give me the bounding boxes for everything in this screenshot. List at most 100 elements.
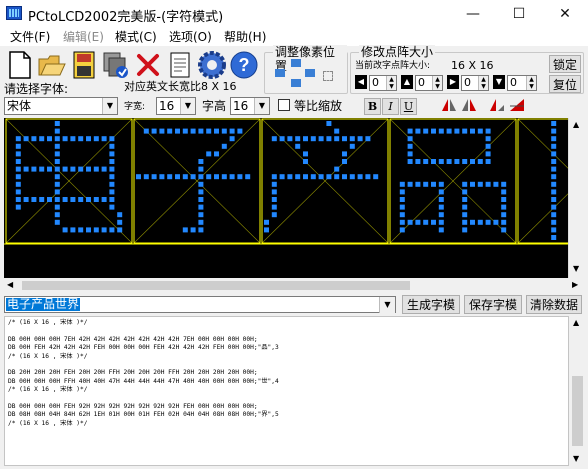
new-file-icon[interactable]	[4, 48, 36, 82]
move-right-icon[interactable]	[305, 69, 315, 77]
text-input[interactable]: 电子产品世界	[4, 296, 394, 313]
canvas-vertical-scrollbar[interactable]: ▲ ▼	[568, 118, 585, 278]
glyph-pixel	[462, 197, 468, 202]
scroll-up-icon[interactable]: ▲	[573, 318, 579, 327]
maximize-button[interactable]: ☐	[496, 0, 542, 28]
glyph-cell[interactable]	[5, 118, 133, 244]
move-up-icon[interactable]	[291, 59, 301, 67]
glyph-pixel	[62, 136, 68, 142]
glyph-pixel	[101, 227, 107, 233]
glyph-cell[interactable]	[261, 118, 389, 244]
glyph-cell[interactable]	[389, 118, 517, 244]
height-bottom-spinner[interactable]: 0 ▲ ▼	[507, 75, 537, 91]
output-scroll-thumb[interactable]	[572, 376, 583, 446]
move-left-icon[interactable]	[275, 69, 285, 77]
canvas-horizontal-scrollbar[interactable]: ◀ ▶	[4, 278, 585, 293]
glyph-canvas[interactable]	[4, 118, 568, 278]
menu-file[interactable]: 文件(F)	[10, 28, 50, 46]
glyph-pixel	[485, 151, 491, 157]
font-select[interactable]: 宋体 ▼	[4, 97, 118, 115]
width-increase-icon[interactable]: ▶	[447, 75, 459, 89]
bold-button[interactable]: B	[364, 98, 381, 115]
width-right-spinner[interactable]: 0 ▲ ▼	[461, 75, 489, 91]
glyph-pixel	[454, 128, 460, 134]
glyph-pixel	[415, 219, 421, 225]
document-icon[interactable]	[164, 48, 196, 82]
italic-button[interactable]: I	[382, 98, 399, 115]
restore-button[interactable]: 复位	[549, 75, 581, 93]
clear-button[interactable]: 清除数据	[526, 295, 582, 314]
glyph-pixel	[551, 136, 557, 142]
glyph-pixel	[109, 136, 115, 142]
height-increase-icon[interactable]: ▼	[493, 75, 505, 89]
move-down-icon[interactable]	[291, 79, 301, 87]
chevron-down-icon[interactable]: ▼	[180, 98, 195, 114]
glyph-cell[interactable]	[517, 118, 568, 244]
save-font-button[interactable]: 保存字模	[464, 295, 522, 314]
scroll-left-icon[interactable]: ◀	[7, 280, 13, 289]
glyph-pixel	[446, 128, 452, 134]
settings-icon[interactable]	[196, 48, 228, 82]
glyph-pixel	[477, 219, 483, 225]
char-width-select[interactable]: 16 ▼	[156, 97, 196, 115]
glyph-pixel	[326, 174, 332, 180]
scroll-down-icon[interactable]: ▼	[573, 264, 579, 273]
close-button[interactable]: ✕	[542, 0, 588, 28]
help-icon[interactable]: ?	[228, 48, 260, 82]
rotate-icon[interactable]	[488, 96, 506, 114]
proportional-checkbox[interactable]	[278, 99, 290, 111]
glyph-pixel	[54, 136, 60, 142]
scroll-up-icon[interactable]: ▲	[573, 120, 579, 129]
chevron-down-icon[interactable]: ▼	[102, 98, 117, 114]
menu-mode[interactable]: 模式(C)	[115, 28, 157, 46]
spinner-arrows-icon[interactable]: ▲ ▼	[432, 76, 442, 90]
glyph-pixel	[271, 174, 277, 180]
glyph-pixel	[431, 181, 436, 187]
glyph-cell[interactable]	[133, 118, 261, 244]
flip-horizontal-icon[interactable]	[440, 96, 458, 114]
underline-button[interactable]: U	[400, 98, 417, 115]
glyph-pixel	[407, 151, 413, 157]
menu-help[interactable]: 帮助(H)	[224, 28, 266, 46]
lock-button[interactable]: 锁定	[549, 55, 581, 73]
glyph-pixel	[423, 159, 429, 164]
center-icon[interactable]	[323, 71, 333, 81]
menu-options[interactable]: 选项(O)	[169, 28, 212, 46]
chevron-down-icon[interactable]: ▼	[379, 297, 395, 313]
height-decrease-icon[interactable]: ▲	[401, 75, 413, 89]
output-textarea[interactable]: /* (16 X 16 , 宋体 )*/ DB 00H 00H 00H 7EH …	[4, 316, 569, 466]
glyph-diagonal	[517, 193, 568, 244]
glyph-pixel	[15, 204, 21, 210]
save-all-icon[interactable]	[100, 48, 132, 82]
glyph-pixel	[264, 219, 269, 225]
chevron-down-icon[interactable]: ▼	[254, 98, 269, 114]
width-decrease-icon[interactable]: ◀	[355, 75, 367, 89]
glyph-pixel	[551, 121, 557, 126]
scroll-thumb[interactable]	[22, 281, 410, 290]
glyph-pixel	[93, 227, 99, 233]
spinner-arrows-icon[interactable]: ▲ ▼	[526, 76, 536, 90]
glyph-pixel	[399, 212, 405, 218]
mirror-icon[interactable]	[508, 96, 526, 114]
spinner-arrows-icon[interactable]: ▲ ▼	[478, 76, 488, 90]
glyph-pixel	[454, 159, 460, 164]
open-folder-icon[interactable]	[36, 48, 68, 82]
glyph-pixel	[271, 189, 277, 195]
char-height-select[interactable]: 16 ▼	[230, 97, 270, 115]
height-top-spinner[interactable]: 0 ▲ ▼	[415, 75, 443, 91]
glyph-pixel	[470, 159, 475, 164]
spinner-arrows-icon[interactable]: ▲ ▼	[386, 76, 396, 90]
save-icon[interactable]	[68, 48, 100, 82]
flip-horizontal-alt-icon[interactable]	[460, 96, 478, 114]
minimize-button[interactable]: —	[450, 0, 496, 28]
scroll-right-icon[interactable]: ▶	[572, 280, 578, 289]
scroll-down-icon[interactable]: ▼	[573, 454, 579, 463]
generate-button[interactable]: 生成字模	[402, 295, 460, 314]
output-vertical-scrollbar[interactable]: ▲ ▼	[569, 316, 586, 466]
width-left-spinner[interactable]: 0 ▲ ▼	[369, 75, 397, 91]
glyph-pixel	[485, 181, 491, 187]
menu-edit[interactable]: 编辑(E)	[63, 28, 104, 46]
text-dropdown[interactable]: ▼	[378, 296, 396, 313]
delete-icon[interactable]	[132, 48, 164, 82]
